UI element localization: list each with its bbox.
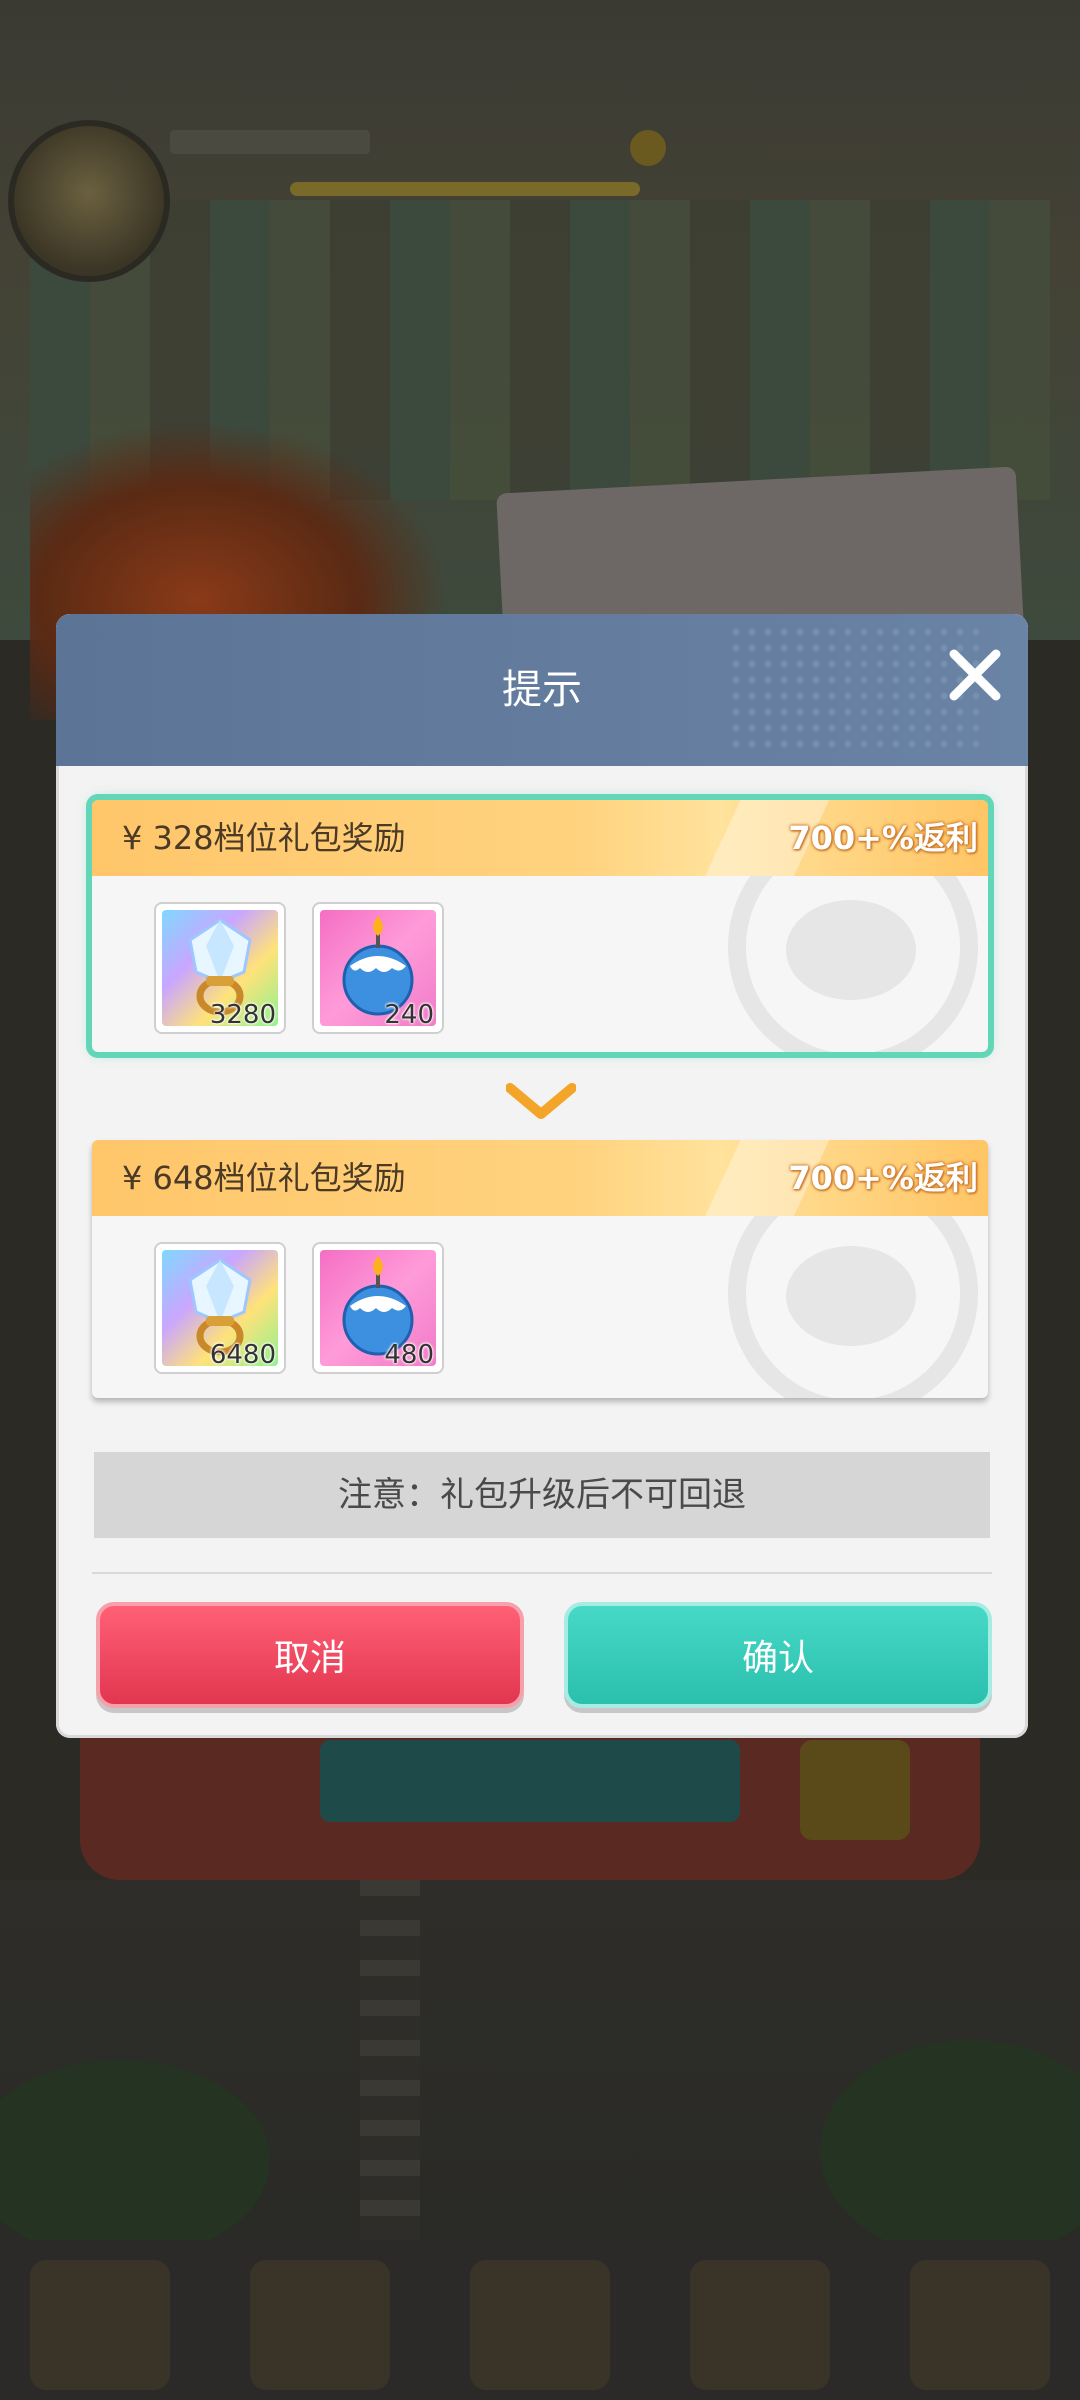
reward-item-count: 3280 bbox=[209, 1000, 276, 1030]
reward-item-candle[interactable]: 480 bbox=[312, 1242, 444, 1374]
background-name-bar bbox=[170, 130, 370, 154]
tier-card-648[interactable]: ¥ 648档位礼包奖励 700+%返利 6480 480 bbox=[92, 1140, 988, 1398]
upgrade-gift-dialog: 提示 ¥ 328档位礼包奖励 700+%返利 3280 240 ¥ 648档位礼… bbox=[56, 614, 1028, 1738]
background-nav-item bbox=[250, 2260, 390, 2390]
background-coin-icon bbox=[630, 130, 666, 166]
reward-item-gem[interactable]: 3280 bbox=[154, 902, 286, 1034]
tier-rebate-label: 700+%返利 bbox=[788, 819, 978, 857]
tier-card-328[interactable]: ¥ 328档位礼包奖励 700+%返利 3280 240 bbox=[86, 794, 994, 1058]
background-road-stripe bbox=[360, 1840, 420, 2260]
background-nav-item bbox=[910, 2260, 1050, 2390]
reward-item-candle[interactable]: 240 bbox=[312, 902, 444, 1034]
close-button[interactable] bbox=[940, 640, 1010, 710]
chevron-down-icon bbox=[505, 1082, 577, 1122]
divider bbox=[92, 1572, 992, 1574]
background-nav-item bbox=[30, 2260, 170, 2390]
reward-item-count: 240 bbox=[384, 1000, 434, 1030]
background-exp-bar bbox=[290, 182, 640, 196]
background-sticker bbox=[800, 1740, 910, 1840]
notice-bar: 注意：礼包升级后不可回退 bbox=[94, 1452, 990, 1538]
tier-title: ¥ 648档位礼包奖励 bbox=[122, 1159, 406, 1197]
background-nav-item bbox=[470, 2260, 610, 2390]
close-icon bbox=[949, 649, 1001, 701]
confirm-button[interactable]: 确认 bbox=[564, 1602, 992, 1708]
tier-title: ¥ 328档位礼包奖励 bbox=[122, 819, 406, 857]
reward-item-count: 480 bbox=[384, 1340, 434, 1370]
dialog-title: 提示 bbox=[502, 667, 582, 713]
reward-item-count: 6480 bbox=[209, 1340, 276, 1370]
cancel-button[interactable]: 取消 bbox=[96, 1602, 524, 1708]
background-nav-item bbox=[690, 2260, 830, 2390]
tier-rebate-label: 700+%返利 bbox=[788, 1159, 978, 1197]
background-card-button bbox=[320, 1740, 740, 1822]
background-avatar bbox=[8, 120, 170, 282]
reward-item-gem[interactable]: 6480 bbox=[154, 1242, 286, 1374]
